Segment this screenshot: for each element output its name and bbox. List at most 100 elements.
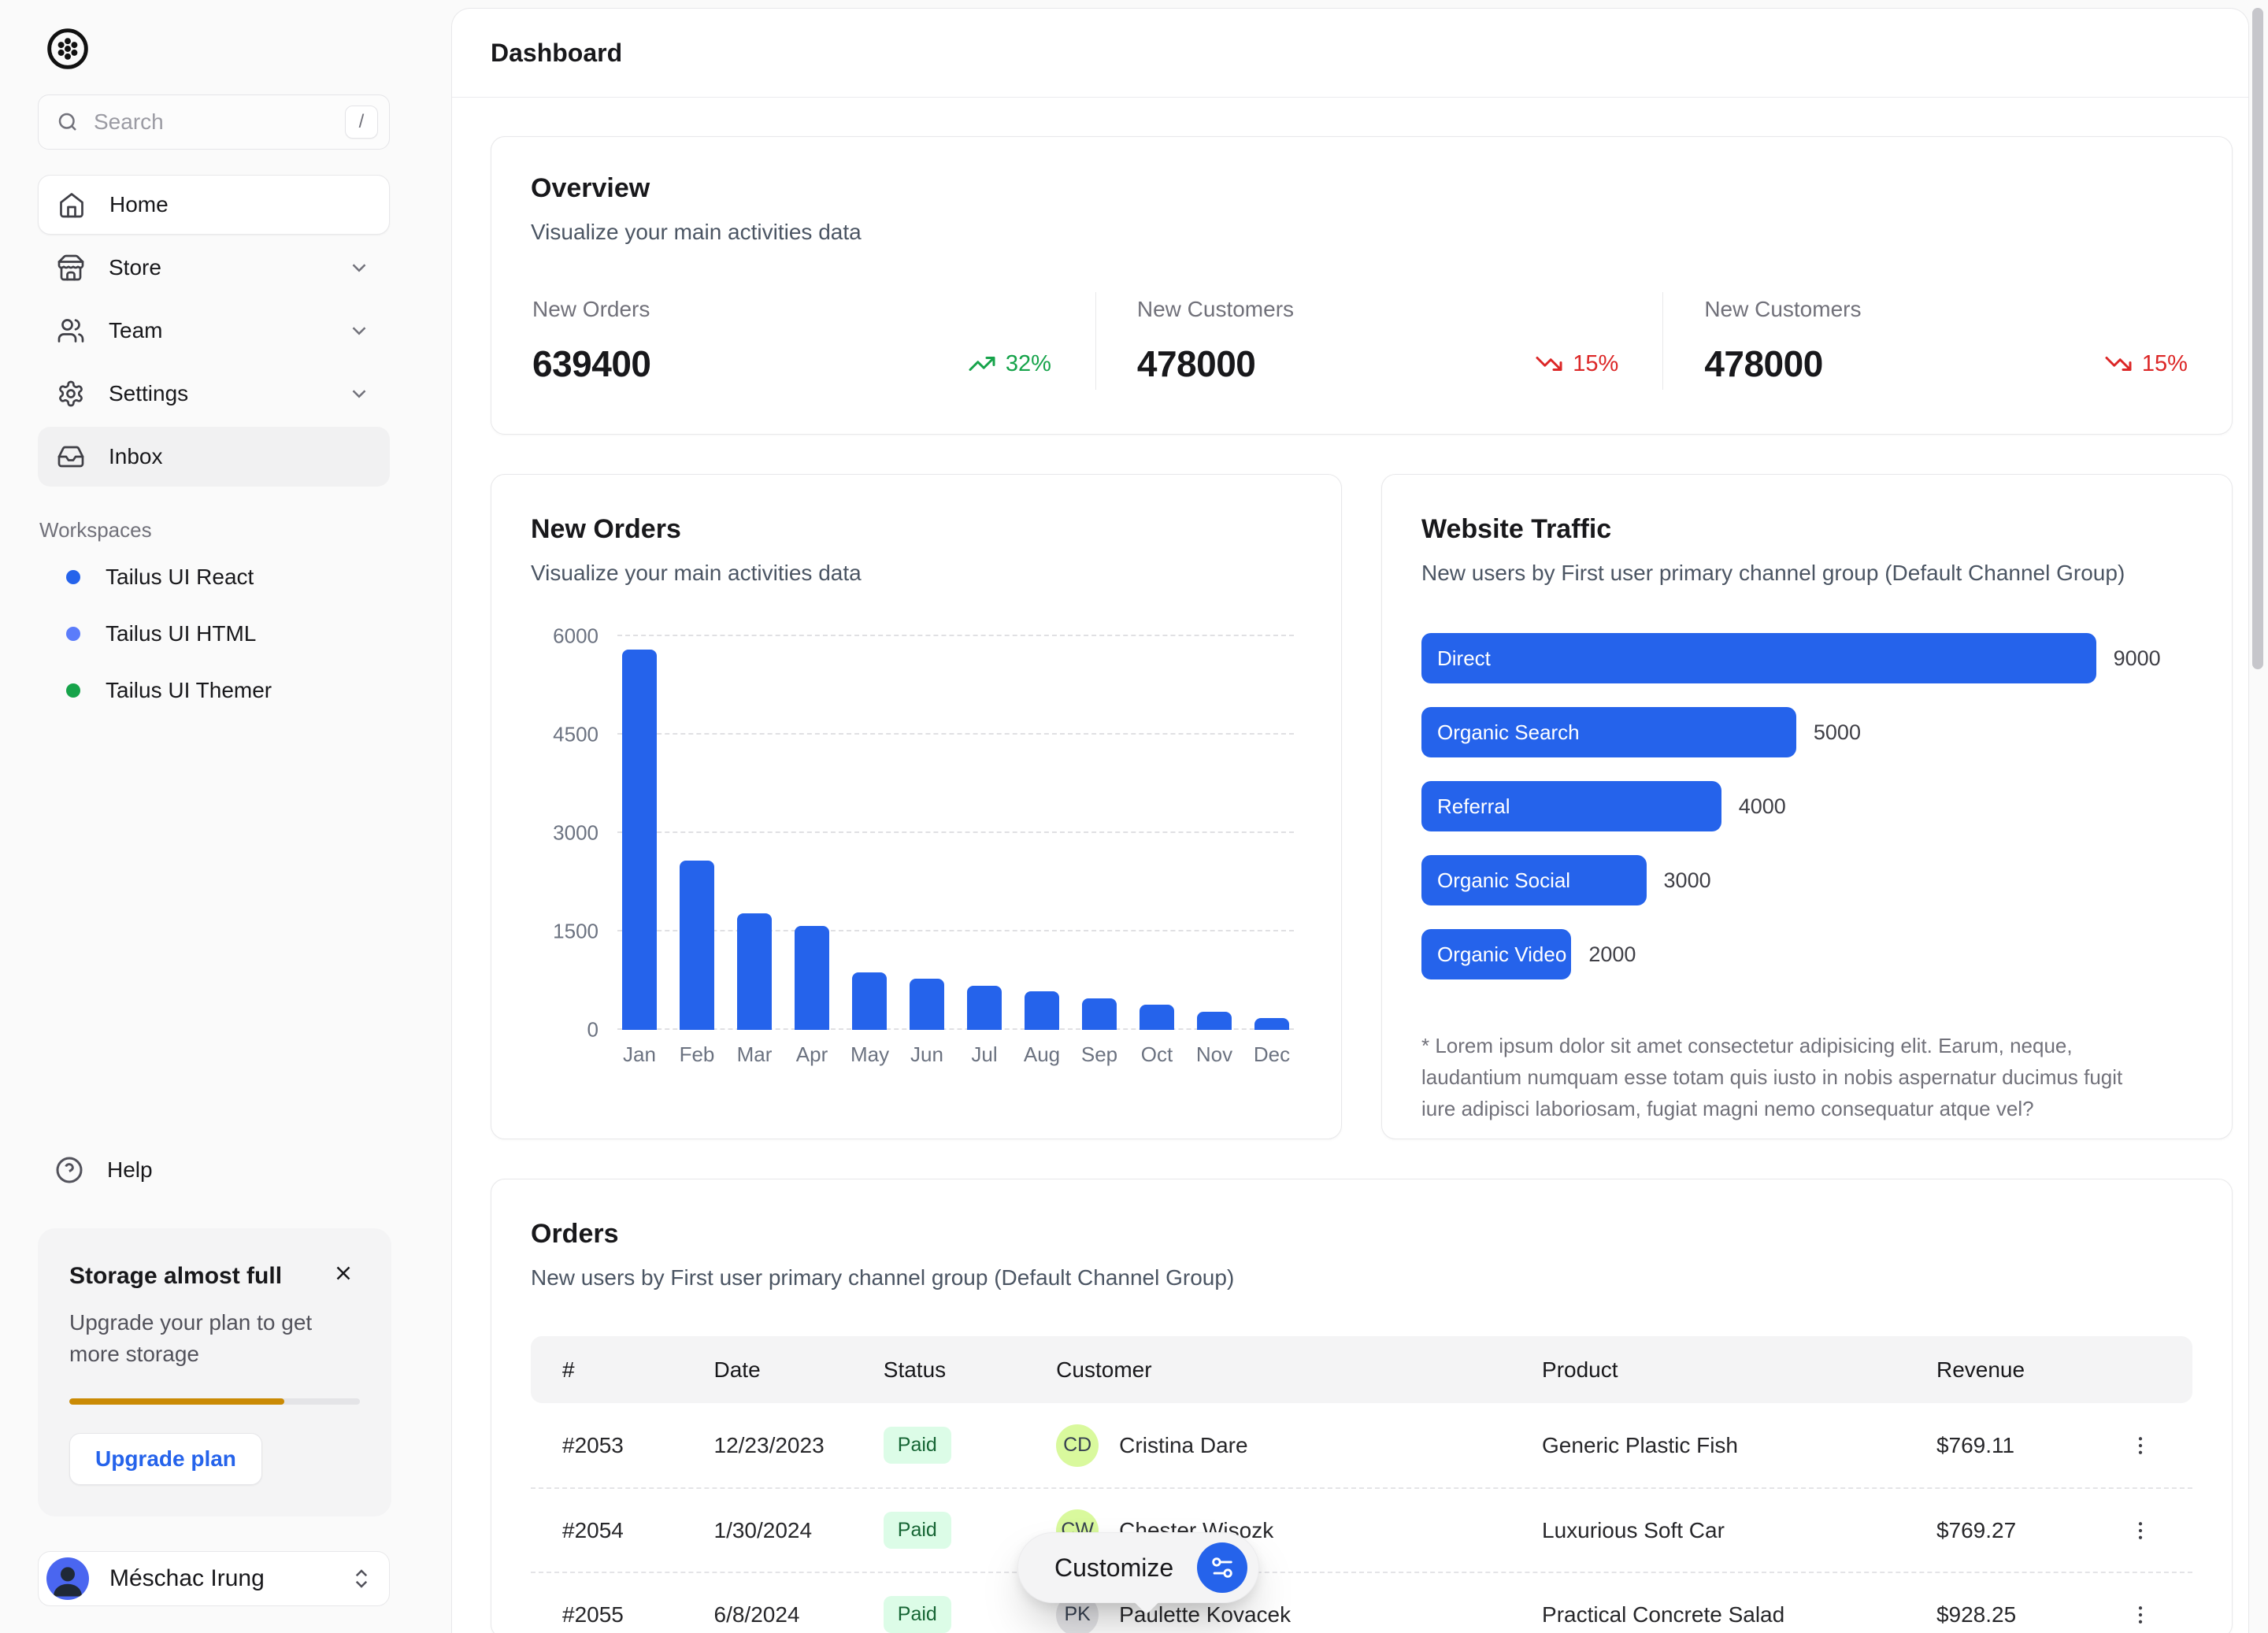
column-header-customer: Customer <box>1056 1357 1542 1383</box>
bar-Mar[interactable] <box>737 913 772 1030</box>
table-header: #DateStatusCustomerProductRevenue <box>531 1336 2192 1403</box>
column-header-product: Product <box>1542 1357 1936 1383</box>
sidebar-item-team[interactable]: Team <box>38 301 390 361</box>
status-badge: Paid <box>884 1427 951 1464</box>
orders-subtitle: New users by First user primary channel … <box>531 1265 2192 1290</box>
bar-Nov[interactable] <box>1197 1012 1232 1030</box>
users-icon <box>57 317 85 345</box>
traffic-bar-label: Organic Video <box>1437 942 1566 967</box>
order-id: #2054 <box>562 1518 714 1543</box>
workspace-dot-icon <box>66 570 80 584</box>
bar-Jan[interactable] <box>622 650 657 1030</box>
inbox-icon <box>57 443 85 471</box>
traffic-bar-label: Organic Social <box>1437 868 1570 893</box>
traffic-row: Organic Social3000 <box>1421 855 2192 905</box>
order-revenue: $769.11 <box>1936 1433 2121 1458</box>
traffic-bar-referral[interactable]: Referral <box>1421 781 1721 831</box>
traffic-bar-organic-search[interactable]: Organic Search <box>1421 707 1796 757</box>
traffic-bar-organic-social[interactable]: Organic Social <box>1421 855 1647 905</box>
trend-up-indicator: 32% <box>968 350 1051 378</box>
bar-chart-x-labels: JanFebMarAprMayJunJulAugSepOctNovDec <box>621 1042 1291 1067</box>
traffic-bar-label: Referral <box>1437 794 1510 819</box>
storage-description: Upgrade your plan to get more storage <box>69 1307 331 1370</box>
metric-label: New Customers <box>1137 297 1618 322</box>
home-icon <box>57 191 86 219</box>
upgrade-plan-button[interactable]: Upgrade plan <box>69 1433 262 1485</box>
sidebar-item-home[interactable]: Home <box>38 175 390 235</box>
chevrons-up-down-icon <box>350 1567 373 1590</box>
bar-Dec[interactable] <box>1254 1018 1289 1030</box>
app-logo-icon[interactable] <box>46 27 90 71</box>
customize-button[interactable]: Customize <box>1017 1532 1259 1603</box>
search-placeholder: Search <box>94 109 331 135</box>
workspace-item[interactable]: Tailus UI React <box>38 549 390 605</box>
main-area: Dashboard Overview Visualize your main a… <box>451 0 2268 1633</box>
order-revenue: $928.25 <box>1936 1602 2121 1627</box>
metric-value: 478000 <box>1137 343 1256 385</box>
traffic-bar-organic-video[interactable]: Organic Video <box>1421 929 1571 979</box>
order-date: 6/8/2024 <box>714 1602 884 1627</box>
x-axis-tick-label: Jan <box>621 1042 658 1067</box>
product-name: Practical Concrete Salad <box>1542 1602 1936 1627</box>
bar-Jul[interactable] <box>967 986 1002 1030</box>
row-menu-dots-icon[interactable] <box>2121 1511 2160 1550</box>
metric-2: New Customers47800015% <box>1662 292 2232 390</box>
chevron-down-icon <box>347 319 371 343</box>
x-axis-tick-label: Jul <box>965 1042 1003 1067</box>
bar-Jun[interactable] <box>910 979 944 1030</box>
metric-label: New Customers <box>1704 297 2188 322</box>
close-icon[interactable] <box>327 1257 360 1290</box>
product-name: Generic Plastic Fish <box>1542 1433 1936 1458</box>
sidebar-item-help[interactable]: Help <box>38 1150 390 1190</box>
sidebar-nav: HomeStore Team Settings Inbox <box>38 175 390 487</box>
content: Overview Visualize your main activities … <box>452 98 2248 1633</box>
bar-Aug[interactable] <box>1025 991 1059 1030</box>
sidebar-item-settings[interactable]: Settings <box>38 364 390 424</box>
traffic-subtitle: New users by First user primary channel … <box>1421 561 2192 586</box>
overview-subtitle: Visualize your main activities data <box>531 220 2192 245</box>
x-axis-tick-label: Aug <box>1023 1042 1061 1067</box>
traffic-bar-label: Direct <box>1437 646 1491 671</box>
workspace-item[interactable]: Tailus UI HTML <box>38 605 390 662</box>
sidebar-item-store[interactable]: Store <box>38 238 390 298</box>
bar-Apr[interactable] <box>795 926 829 1031</box>
sidebar: Search / HomeStoreTeamSettingsInbox Work… <box>0 0 451 1633</box>
traffic-bar-direct[interactable]: Direct <box>1421 633 2096 683</box>
column-header-date: Date <box>714 1357 884 1383</box>
sidebar-item-inbox[interactable]: Inbox <box>38 427 390 487</box>
help-label: Help <box>107 1157 153 1183</box>
bar-chart: 01500300045006000 <box>617 636 1294 1030</box>
traffic-bar-value: 5000 <box>1814 720 1861 745</box>
traffic-bar-value: 9000 <box>2114 646 2161 671</box>
bar-May[interactable] <box>852 972 887 1030</box>
bar-Sep[interactable] <box>1082 998 1117 1030</box>
row-menu-dots-icon[interactable] <box>2121 1595 2160 1633</box>
search-input[interactable]: Search / <box>38 94 390 150</box>
bar-Feb[interactable] <box>680 861 714 1030</box>
sidebar-item-label: Inbox <box>109 444 163 469</box>
workspace-label: Tailus UI HTML <box>106 621 256 646</box>
trend-down-indicator: 15% <box>1535 350 1618 378</box>
x-axis-tick-label: Dec <box>1253 1042 1291 1067</box>
row-menu-dots-icon[interactable] <box>2121 1426 2160 1465</box>
overview-title: Overview <box>531 173 2192 204</box>
bar-Oct[interactable] <box>1140 1005 1174 1030</box>
x-axis-tick-label: Sep <box>1080 1042 1118 1067</box>
trend-value: 15% <box>2142 351 2188 377</box>
store-icon <box>57 254 85 282</box>
workspace-label: Tailus UI Themer <box>106 678 272 703</box>
x-axis-tick-label: Feb <box>678 1042 716 1067</box>
traffic-row: Referral 4000 <box>1421 781 2192 831</box>
trend-value: 32% <box>1006 351 1051 377</box>
user-menu[interactable]: Méschac Irung <box>38 1551 390 1606</box>
traffic-row: Organic Video2000 <box>1421 929 2192 979</box>
traffic-row: Direct 9000 <box>1421 633 2192 683</box>
sidebar-item-label: Team <box>109 318 162 343</box>
y-axis-tick-label: 4500 <box>553 723 598 747</box>
status-badge: Paid <box>884 1512 951 1549</box>
vertical-scrollbar[interactable] <box>2252 8 2263 669</box>
metric-0: New Orders63940032% <box>491 292 1095 390</box>
traffic-bar-value: 4000 <box>1739 794 1786 819</box>
table-row: #205312/23/2023PaidCDCristina DareGeneri… <box>531 1403 2192 1487</box>
workspace-item[interactable]: Tailus UI Themer <box>38 662 390 719</box>
